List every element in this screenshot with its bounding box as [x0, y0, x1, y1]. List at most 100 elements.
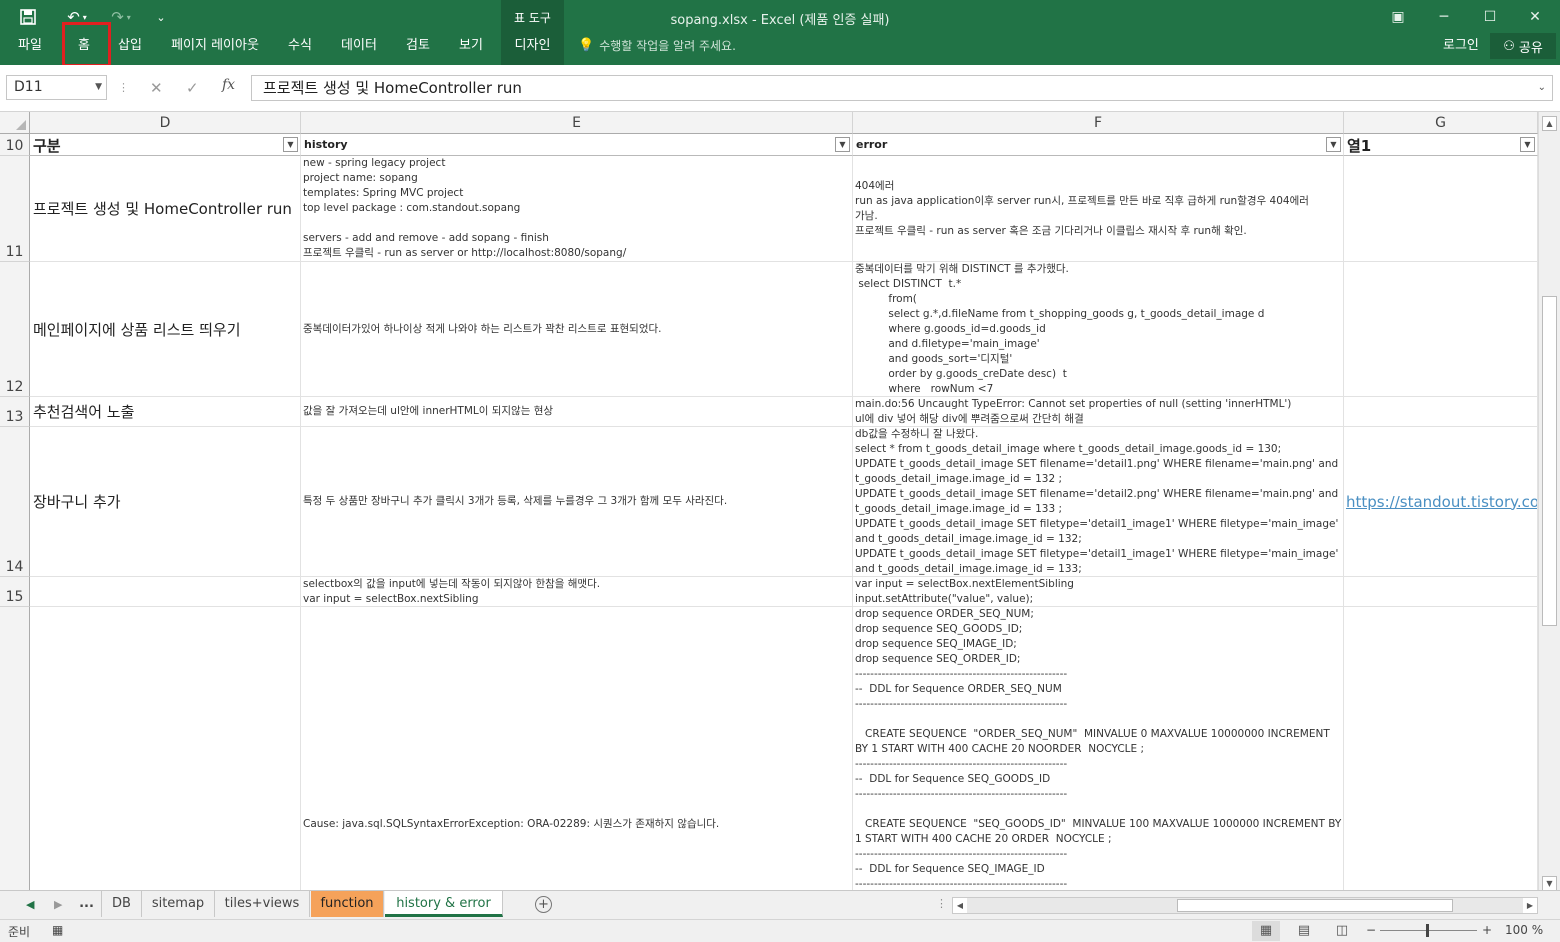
table-cell[interactable]: https://standout.tistory.com	[1344, 427, 1538, 577]
table-cell[interactable]: 특정 두 상품만 장바구니 추가 클릭시 3개가 등록, 삭제를 누를경우 그 …	[301, 427, 853, 577]
column-header-f[interactable]: F	[853, 112, 1344, 134]
page-break-preview-icon[interactable]: ◫	[1328, 921, 1356, 941]
table-header-cell[interactable]: history ▼	[301, 134, 853, 156]
share-button[interactable]: ⚇ 공유	[1490, 33, 1556, 59]
vertical-scrollbar[interactable]: ▲ ▼	[1538, 112, 1560, 891]
tab-insert[interactable]: 삽입	[110, 35, 150, 57]
tab-splitter-icon[interactable]: ⋮	[936, 897, 947, 910]
table-cell[interactable]: Cause: java.sql.SQLSyntaxErrorException:…	[301, 607, 853, 890]
zoom-in-icon[interactable]: +	[1482, 923, 1492, 937]
ribbon-display-options-icon[interactable]: ▣	[1375, 4, 1421, 30]
name-box[interactable]: D11 ▼	[6, 75, 107, 100]
customize-quick-access-icon[interactable]: ⌄	[150, 6, 172, 28]
select-all-corner[interactable]	[0, 112, 30, 134]
formula-text: 프로젝트 생성 및 HomeController run	[263, 79, 522, 97]
scroll-down-icon[interactable]: ▼	[1542, 876, 1557, 891]
scroll-left-icon[interactable]: ◀	[953, 898, 967, 913]
table-cell[interactable]: drop sequence ORDER_SEQ_NUM; drop sequen…	[853, 607, 1344, 890]
table-cell[interactable]: 장바구니 추가	[30, 427, 301, 577]
table-cell[interactable]: selectbox의 값을 input에 넣는데 작동이 되지않아 한참을 해맷…	[301, 577, 853, 607]
table-cell[interactable]	[1344, 156, 1538, 262]
column-header-g[interactable]: G	[1344, 112, 1538, 134]
table-cell[interactable]	[1344, 607, 1538, 890]
table-header-cell[interactable]: 구분 ▼	[30, 134, 301, 156]
insert-function-icon[interactable]: fx	[222, 77, 235, 93]
table-cell[interactable]: 404에러 run as java application이후 server r…	[853, 156, 1344, 262]
worksheet-grid[interactable]: D E F G 10 구분 ▼ history ▼ error ▼ 열1 ▼ 1…	[0, 112, 1538, 890]
home-tab-highlight-box	[62, 22, 111, 67]
table-cell[interactable]	[1344, 397, 1538, 427]
table-cell[interactable]: 중복데이터가있어 하나이상 적게 나와야 하는 리스트가 꽉찬 리스트로 표현되…	[301, 262, 853, 397]
table-cell[interactable]: 프로젝트 생성 및 HomeController run	[30, 156, 301, 262]
filter-dropdown-icon[interactable]: ▼	[283, 137, 298, 152]
sheet-tab-sitemap[interactable]: sitemap	[142, 891, 215, 917]
row-header[interactable]	[0, 607, 30, 890]
cancel-entry-icon[interactable]: ✕	[150, 77, 163, 99]
tab-review[interactable]: 검토	[396, 35, 440, 57]
formula-input[interactable]: 프로젝트 생성 및 HomeController run ⌄	[251, 75, 1553, 101]
close-icon[interactable]: ✕	[1512, 4, 1558, 30]
tab-formulas[interactable]: 수식	[280, 35, 320, 57]
expand-formula-icon[interactable]: ⌄	[1538, 76, 1546, 100]
person-icon: ⚇	[1503, 38, 1515, 54]
page-layout-view-icon[interactable]: ▤	[1290, 921, 1318, 941]
table-cell[interactable]: 추천검색어 노출	[30, 397, 301, 427]
column-header-e[interactable]: E	[301, 112, 853, 134]
table-cell[interactable]: 값을 잘 가져오는데 ul안에 innerHTML이 되지않는 현상	[301, 397, 853, 427]
sheet-tab-db[interactable]: DB	[102, 891, 142, 917]
macro-record-icon[interactable]: ▦	[52, 923, 63, 937]
filter-dropdown-icon[interactable]: ▼	[1326, 137, 1341, 152]
zoom-out-icon[interactable]: −	[1366, 923, 1376, 937]
tell-me-search[interactable]: 💡 수행할 작업을 알려 주세요.	[578, 35, 736, 57]
save-icon[interactable]	[16, 6, 40, 28]
tab-design[interactable]: 디자인	[501, 35, 564, 57]
row-header[interactable]: 14	[0, 427, 30, 577]
table-header-cell[interactable]: error ▼	[853, 134, 1344, 156]
hyperlink[interactable]: https://standout.tistory.com	[1346, 493, 1537, 511]
normal-view-icon[interactable]: ▦	[1252, 921, 1280, 941]
row-header[interactable]: 10	[0, 134, 30, 156]
tab-page-layout[interactable]: 페이지 레이아웃	[160, 35, 270, 57]
tab-file[interactable]: 파일	[6, 35, 54, 57]
table-header-cell[interactable]: 열1 ▼	[1344, 134, 1538, 156]
add-sheet-icon[interactable]: +	[535, 896, 552, 913]
table-cell[interactable]: new - spring legacy project project name…	[301, 156, 853, 262]
table-cell[interactable]	[30, 577, 301, 607]
table-cell[interactable]	[1344, 262, 1538, 397]
horizontal-scrollbar[interactable]: ◀ ▶	[952, 897, 1538, 914]
row-header[interactable]: 11	[0, 156, 30, 262]
minimize-icon[interactable]: ─	[1421, 4, 1467, 30]
table-cell[interactable]: 메인페이지에 상품 리스트 띄우기	[30, 262, 301, 397]
scroll-thumb[interactable]	[1542, 296, 1557, 626]
row-header[interactable]: 13	[0, 397, 30, 427]
sheet-tab-bar: ◀ ▶ ... DB sitemap tiles+views function …	[0, 890, 1560, 919]
table-cell[interactable]: 중복데이터를 막기 위해 DISTINCT 를 추가했다. select DIS…	[853, 262, 1344, 397]
row-header[interactable]: 12	[0, 262, 30, 397]
zoom-slider-thumb[interactable]	[1426, 924, 1429, 937]
chevron-down-icon[interactable]: ▼	[95, 76, 102, 99]
zoom-level[interactable]: 100 %	[1505, 923, 1543, 937]
filter-dropdown-icon[interactable]: ▼	[1520, 137, 1535, 152]
tab-view[interactable]: 보기	[450, 35, 492, 57]
more-sheets-button[interactable]: ...	[72, 891, 102, 917]
table-cell[interactable]: main.do:56 Uncaught TypeError: Cannot se…	[853, 397, 1344, 427]
table-cell[interactable]: var input = selectBox.nextElementSibling…	[853, 577, 1344, 607]
row-header[interactable]: 15	[0, 577, 30, 607]
table-cell[interactable]	[30, 607, 301, 890]
table-cell[interactable]	[1344, 577, 1538, 607]
column-header-d[interactable]: D	[30, 112, 301, 134]
sheet-tab-tiles-views[interactable]: tiles+views	[215, 891, 310, 917]
next-sheet-icon[interactable]: ▶	[54, 896, 62, 914]
maximize-icon[interactable]: ☐	[1467, 4, 1513, 30]
scroll-up-icon[interactable]: ▲	[1542, 116, 1557, 131]
scroll-thumb[interactable]	[1177, 899, 1453, 912]
sheet-tab-history-error[interactable]: history & error	[385, 891, 503, 917]
filter-dropdown-icon[interactable]: ▼	[835, 137, 850, 152]
sheet-tab-function[interactable]: function	[311, 891, 384, 917]
tab-data[interactable]: 데이터	[332, 35, 386, 57]
table-cell[interactable]: db값을 수정하니 잘 나왔다. select * from t_goods_d…	[853, 427, 1344, 577]
confirm-entry-icon[interactable]: ✓	[186, 77, 199, 99]
sign-in-link[interactable]: 로그인	[1443, 35, 1479, 57]
prev-sheet-icon[interactable]: ◀	[26, 896, 34, 914]
scroll-right-icon[interactable]: ▶	[1523, 898, 1537, 913]
